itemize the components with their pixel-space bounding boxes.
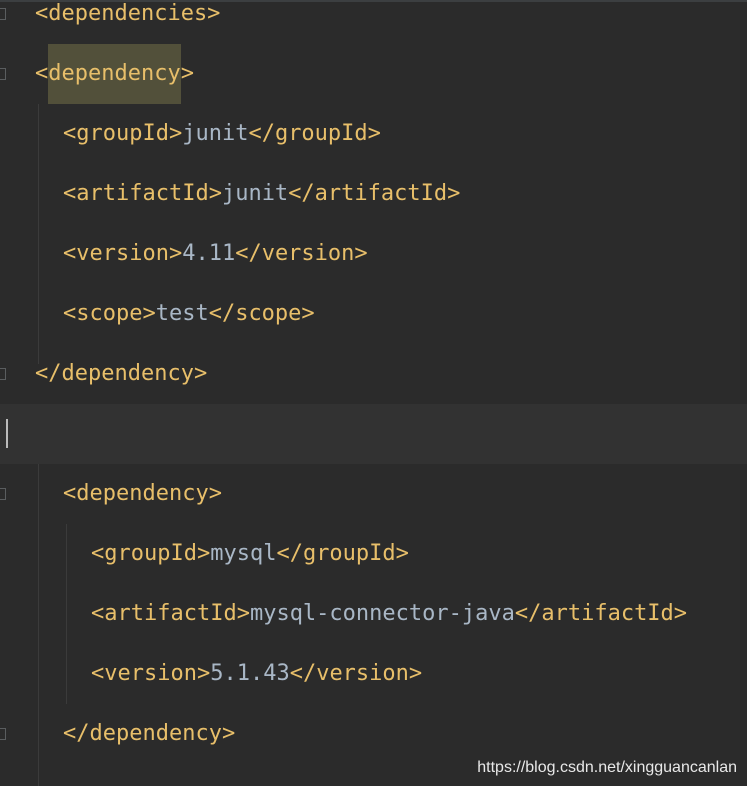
code-line-10[interactable]: <groupId>mysql</groupId> xyxy=(0,524,747,584)
artifactid-element: <artifactId>junit</artifactId> xyxy=(63,181,461,206)
code-line-4[interactable]: <artifactId>junit</artifactId> xyxy=(0,164,747,224)
watermark-url: https://blog.csdn.net/xingguancanlan xyxy=(477,759,737,776)
code-line-6[interactable]: <scope>test</scope> xyxy=(0,284,747,344)
dependency-close-tag: </dependency> xyxy=(63,721,236,746)
code-line-5[interactable]: <version>4.11</version> xyxy=(0,224,747,284)
version-element: <version>4.11</version> xyxy=(63,241,368,266)
code-line-7[interactable]: </dependency> xyxy=(0,344,747,404)
code-line-9[interactable]: <dependency> xyxy=(0,464,747,524)
fold-marker-icon[interactable] xyxy=(0,68,6,80)
code-line-12[interactable]: <version>5.1.43</version> xyxy=(0,644,747,704)
dependency-close-tag: </dependency> xyxy=(35,361,208,386)
dependency-open-tag: <dependency> xyxy=(35,44,194,104)
dependencies-open-tag: <dependencies> xyxy=(35,1,221,26)
groupid-element: <groupId>mysql</groupId> xyxy=(91,541,409,566)
groupid-element: <groupId>junit</groupId> xyxy=(63,121,381,146)
fold-marker-icon[interactable] xyxy=(0,728,6,740)
code-line-3[interactable]: <groupId>junit</groupId> xyxy=(0,104,747,164)
dependency-open-tag: <dependency> xyxy=(63,481,222,506)
code-line-1[interactable]: <dependencies> xyxy=(0,0,747,44)
fold-marker-icon[interactable] xyxy=(0,488,6,500)
code-line-8-current[interactable] xyxy=(0,404,747,464)
code-line-13[interactable]: </dependency> xyxy=(0,704,747,764)
code-line-2[interactable]: <dependency> xyxy=(0,44,747,104)
scope-element: <scope>test</scope> xyxy=(63,301,315,326)
fold-marker-icon[interactable] xyxy=(0,8,6,20)
code-editor[interactable]: <dependencies> <dependency> <groupId>jun… xyxy=(0,0,747,786)
version-element: <version>5.1.43</version> xyxy=(91,661,423,686)
artifactid-element: <artifactId>mysql-connector-java</artifa… xyxy=(91,601,688,626)
text-caret xyxy=(6,419,8,448)
code-line-11[interactable]: <artifactId>mysql-connector-java</artifa… xyxy=(0,584,747,644)
matched-tag-highlight: dependency xyxy=(48,44,181,104)
fold-marker-icon[interactable] xyxy=(0,368,6,380)
